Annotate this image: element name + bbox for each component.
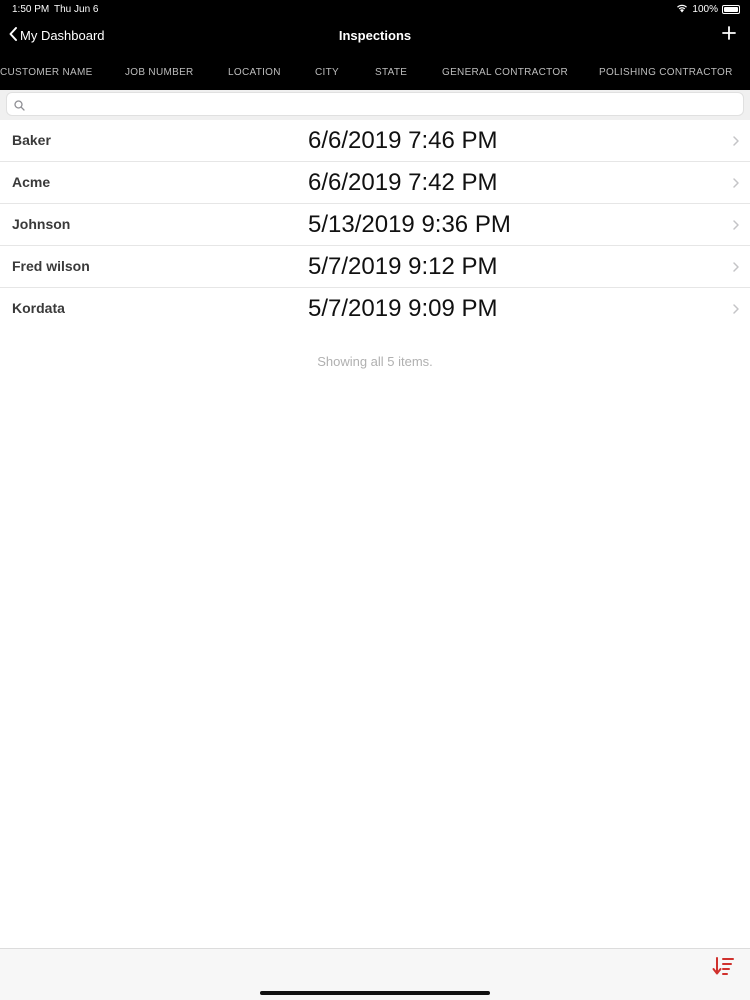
row-customer-name: Fred wilson (12, 258, 90, 274)
chevron-right-icon (732, 302, 740, 320)
chevron-right-icon (732, 176, 740, 194)
status-time: 1:50 PM (12, 4, 50, 15)
row-date: 5/13/2019 9:36 PM (308, 211, 511, 238)
column-job-number[interactable]: JOB NUMBER (125, 67, 194, 78)
battery-percent: 100% (692, 4, 718, 15)
column-location[interactable]: LOCATION (228, 67, 281, 78)
status-bar: 1:50 PM Thu Jun 6 100% (0, 0, 750, 18)
row-date: 5/7/2019 9:09 PM (308, 295, 498, 322)
row-customer-name: Johnson (12, 216, 71, 232)
search-field[interactable] (6, 92, 744, 116)
status-date: Thu Jun 6 (54, 4, 99, 15)
add-button[interactable] (722, 26, 736, 45)
column-header-bar: CUSTOMER NAME JOB NUMBER LOCATION CITY S… (0, 54, 750, 90)
chevron-right-icon (732, 260, 740, 278)
search-bar (0, 90, 750, 120)
status-indicators: 100% (676, 3, 740, 16)
home-indicator (260, 991, 490, 995)
column-customer-name[interactable]: CUSTOMER NAME (0, 67, 93, 78)
plus-icon (722, 26, 736, 44)
row-customer-name: Baker (12, 132, 51, 148)
wifi-icon (676, 3, 688, 16)
row-customer-name: Acme (12, 174, 51, 190)
list-item[interactable]: Johnson 5/13/2019 9:36 PM (0, 204, 750, 246)
list-item[interactable]: Kordata 5/7/2019 9:09 PM (0, 288, 750, 330)
sort-icon[interactable] (712, 955, 736, 984)
chevron-right-icon (732, 134, 740, 152)
chevron-right-icon (732, 218, 740, 236)
column-state[interactable]: STATE (375, 67, 407, 78)
list-item[interactable]: Fred wilson 5/7/2019 9:12 PM (0, 246, 750, 288)
page-title: Inspections (338, 28, 412, 43)
column-polishing-contractor[interactable]: POLISHING CONTRACTOR (599, 67, 733, 78)
row-customer-name: Kordata (12, 300, 65, 316)
item-count-label: Showing all 5 items. (317, 354, 433, 369)
search-icon (14, 98, 25, 116)
inspection-list: Baker 6/6/2019 7:46 PM Acme 6/6/2019 7:4… (0, 120, 750, 330)
row-date: 5/7/2019 9:12 PM (308, 253, 498, 280)
row-date: 6/6/2019 7:42 PM (308, 169, 498, 196)
row-date: 6/6/2019 7:46 PM (308, 127, 498, 154)
bottom-toolbar (0, 948, 750, 1000)
column-city[interactable]: CITY (315, 67, 339, 78)
battery-icon (722, 5, 740, 14)
list-item[interactable]: Acme 6/6/2019 7:42 PM (0, 162, 750, 204)
list-item[interactable]: Baker 6/6/2019 7:46 PM (0, 120, 750, 162)
navigation-bar: My Dashboard Inspections (0, 18, 750, 54)
search-input[interactable] (31, 96, 731, 113)
column-general-contractor[interactable]: GENERAL CONTRACTOR (442, 67, 568, 78)
